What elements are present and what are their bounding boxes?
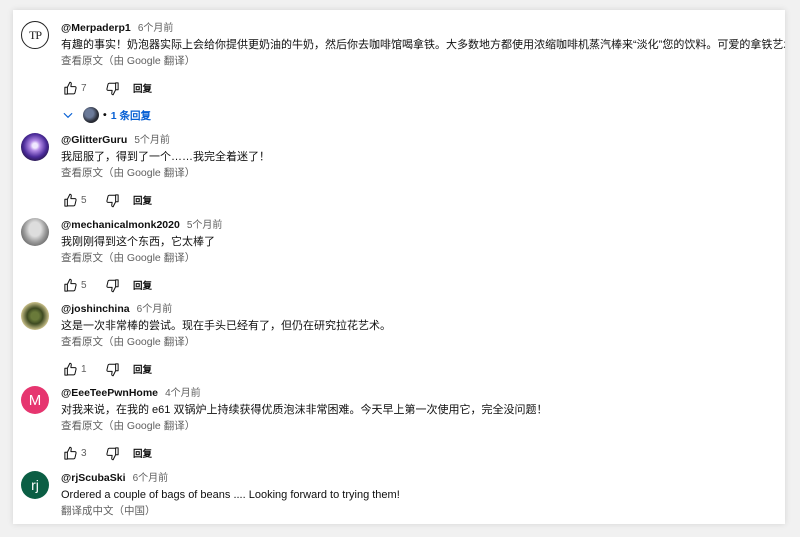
- avatar[interactable]: [21, 302, 49, 330]
- comments-panel: TP @Merpaderp1 6个月前 有趣的事实！奶泡器实际上会给你提供更奶油…: [13, 10, 785, 524]
- thumbs-up-icon: [63, 81, 77, 95]
- reply-avatar: [83, 107, 99, 123]
- reply-button[interactable]: 回复: [133, 278, 152, 292]
- comment-author[interactable]: @joshinchina: [61, 303, 130, 315]
- like-button[interactable]: [61, 360, 79, 378]
- reply-button[interactable]: 回复: [133, 362, 152, 376]
- like-count: 5: [81, 194, 87, 206]
- thumbs-down-icon: [105, 278, 119, 292]
- comment-text: 对我来说，在我的 e61 双锅炉上持续获得优质泡沫非常困难。今天早上第一次使用它…: [61, 404, 548, 416]
- reply-button[interactable]: 回复: [133, 446, 152, 460]
- comment-time[interactable]: 5个月前: [134, 135, 170, 146]
- avatar-initial: rj: [31, 477, 39, 493]
- thumbs-down-icon: [105, 446, 119, 460]
- dislike-button[interactable]: [103, 79, 121, 97]
- avatar[interactable]: [21, 218, 49, 246]
- view-replies-button[interactable]: • 1 条回复: [61, 107, 151, 123]
- like-count: 7: [81, 82, 87, 94]
- translate-toggle[interactable]: 查看原文（由 Google 翻译）: [61, 166, 781, 180]
- dislike-button[interactable]: [103, 360, 121, 378]
- translate-toggle[interactable]: 查看原文（由 Google 翻译）: [61, 419, 781, 433]
- avatar-monogram: TP: [28, 27, 42, 42]
- translate-toggle[interactable]: 翻译成中文（中国）: [61, 504, 781, 518]
- dislike-button[interactable]: [103, 444, 121, 462]
- like-count: 3: [81, 447, 87, 459]
- like-count: 5: [81, 279, 87, 291]
- thumbs-up-icon: [63, 193, 77, 207]
- avatar[interactable]: M: [21, 386, 49, 414]
- thumbs-down-icon: [105, 362, 119, 376]
- like-button[interactable]: [61, 191, 79, 209]
- like-count: 1: [81, 363, 87, 375]
- comment-text: 有趣的事实！奶泡器实际上会给你提供更奶油的牛奶，然后你去咖啡馆喝拿铁。大多数地方…: [61, 39, 785, 51]
- bullet-separator: •: [103, 109, 107, 121]
- avatar-initial: M: [28, 391, 42, 409]
- reply-button[interactable]: 回复: [133, 193, 152, 207]
- reply-button[interactable]: 回复: [133, 81, 152, 95]
- comment-author[interactable]: @EeeTeePwnHome: [61, 387, 158, 399]
- comment-text: 这是一次非常棒的尝试。现在手头已经有了，但仍在研究拉花艺术。: [61, 320, 391, 332]
- comment-time[interactable]: 6个月前: [138, 23, 174, 34]
- comment-time[interactable]: 6个月前: [133, 473, 169, 484]
- replies-count-label: 1 条回复: [110, 109, 151, 122]
- chevron-down-icon: [63, 112, 73, 119]
- avatar[interactable]: TP: [21, 21, 49, 49]
- comment-text: 我刚刚得到这个东西，它太棒了: [61, 236, 215, 248]
- comment-author[interactable]: @rjScubaSki: [61, 472, 126, 484]
- avatar[interactable]: [21, 133, 49, 161]
- like-button[interactable]: [61, 276, 79, 294]
- thumbs-up-icon: [63, 278, 77, 292]
- translate-toggle[interactable]: 查看原文（由 Google 翻译）: [61, 54, 781, 68]
- like-button[interactable]: [61, 444, 79, 462]
- comment-text: 我屈服了，得到了一个……我完全着迷了！: [61, 151, 270, 163]
- comment-author[interactable]: @GlitterGuru: [61, 134, 127, 146]
- comment-time[interactable]: 6个月前: [137, 304, 173, 315]
- comment-author[interactable]: @Merpaderp1: [61, 22, 131, 34]
- comment-time[interactable]: 4个月前: [165, 388, 201, 399]
- thumbs-up-icon: [63, 446, 77, 460]
- dislike-button[interactable]: [103, 276, 121, 294]
- comment-author[interactable]: @mechanicalmonk2020: [61, 219, 180, 231]
- dislike-button[interactable]: [103, 191, 121, 209]
- thumbs-down-icon: [105, 81, 119, 95]
- comment-text: Ordered a couple of bags of beans .... L…: [61, 489, 400, 501]
- comment-time[interactable]: 5个月前: [187, 220, 223, 231]
- avatar[interactable]: rj: [21, 471, 49, 499]
- translate-toggle[interactable]: 查看原文（由 Google 翻译）: [61, 251, 781, 265]
- translate-toggle[interactable]: 查看原文（由 Google 翻译）: [61, 335, 781, 349]
- like-button[interactable]: [61, 79, 79, 97]
- thumbs-up-icon: [63, 362, 77, 376]
- thumbs-down-icon: [105, 193, 119, 207]
